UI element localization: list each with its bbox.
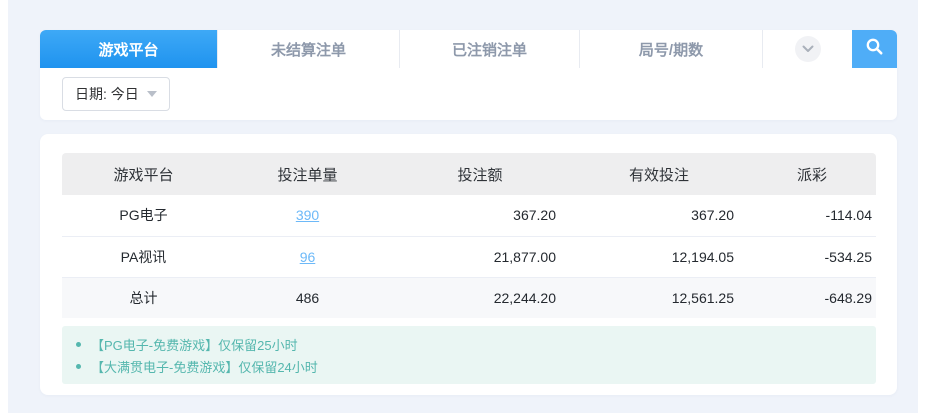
- search-icon: [865, 37, 884, 61]
- tab-round-period[interactable]: 局号/期数: [579, 30, 762, 68]
- retention-notes: 【PG电子-免费游戏】仅保留25小时 【大满贯电子-免费游戏】仅保留24小时: [62, 326, 876, 384]
- search-button[interactable]: [852, 30, 897, 68]
- more-tabs-button[interactable]: [762, 30, 852, 68]
- tab-cancelled-bets[interactable]: 已注销注单: [399, 30, 579, 68]
- platform-name: PG电子: [62, 195, 225, 236]
- valid-bet-value: 367.20: [570, 195, 748, 236]
- caret-down-icon: [147, 91, 157, 97]
- note-text: 【大满贯电子-免费游戏】仅保留24小时: [91, 357, 318, 376]
- report-card: 游戏平台 投注单量 投注额 有效投注 派彩 PG电子 390 367.20 36…: [40, 134, 897, 395]
- main-content: 游戏平台 未结算注单 已注销注单 局号/期数: [40, 30, 897, 395]
- bet-count-link[interactable]: 390: [296, 207, 319, 223]
- total-label: 总计: [62, 277, 225, 318]
- tab-label: 局号/期数: [639, 39, 703, 60]
- tab-unsettled-bets[interactable]: 未结算注单: [217, 30, 399, 68]
- bet-amount-value: 367.20: [390, 195, 570, 236]
- tab-bar: 游戏平台 未结算注单 已注销注单 局号/期数: [40, 30, 897, 68]
- column-header-bet-amount: 投注额: [390, 153, 570, 195]
- filter-bar: 日期: 今日: [40, 68, 897, 120]
- column-header-valid-bet: 有效投注: [570, 153, 748, 195]
- bet-amount-value: 21,877.00: [390, 236, 570, 277]
- total-bet-count: 486: [225, 277, 390, 318]
- date-filter-label: 日期: 今日: [75, 84, 139, 104]
- date-filter-button[interactable]: 日期: 今日: [62, 77, 170, 111]
- table-header-row: 游戏平台 投注单量 投注额 有效投注 派彩: [62, 153, 876, 195]
- valid-bet-value: 12,194.05: [570, 236, 748, 277]
- column-header-bet-count: 投注单量: [225, 153, 390, 195]
- tab-label: 未结算注单: [271, 39, 346, 60]
- tab-label: 游戏平台: [98, 39, 158, 60]
- bet-count-link[interactable]: 96: [300, 249, 316, 265]
- note-line: 【PG电子-免费游戏】仅保留25小时: [76, 333, 876, 355]
- platform-report-table: 游戏平台 投注单量 投注额 有效投注 派彩 PG电子 390 367.20 36…: [62, 153, 876, 318]
- note-text: 【PG电子-免费游戏】仅保留25小时: [91, 335, 298, 354]
- app-background: 游戏平台 未结算注单 已注销注单 局号/期数: [8, 0, 918, 413]
- total-valid-bet: 12,561.25: [570, 277, 748, 318]
- total-payout: -648.29: [748, 277, 876, 318]
- table-total-row: 总计 486 22,244.20 12,561.25 -648.29: [62, 277, 876, 318]
- bullet-dot-icon: [76, 364, 81, 369]
- column-header-platform: 游戏平台: [62, 153, 225, 195]
- table-row: PG电子 390 367.20 367.20 -114.04: [62, 195, 876, 236]
- platform-name: PA视讯: [62, 236, 225, 277]
- payout-value: -114.04: [748, 195, 876, 236]
- tab-label: 已注销注单: [452, 39, 527, 60]
- payout-value: -534.25: [748, 236, 876, 277]
- column-header-payout: 派彩: [748, 153, 876, 195]
- chevron-down-icon: [795, 36, 821, 62]
- bullet-dot-icon: [76, 342, 81, 347]
- top-panel: 游戏平台 未结算注单 已注销注单 局号/期数: [40, 30, 897, 120]
- table-row: PA视讯 96 21,877.00 12,194.05 -534.25: [62, 236, 876, 277]
- note-line: 【大满贯电子-免费游戏】仅保留24小时: [76, 355, 876, 377]
- total-bet-amount: 22,244.20: [390, 277, 570, 318]
- tab-game-platform[interactable]: 游戏平台: [40, 30, 217, 68]
